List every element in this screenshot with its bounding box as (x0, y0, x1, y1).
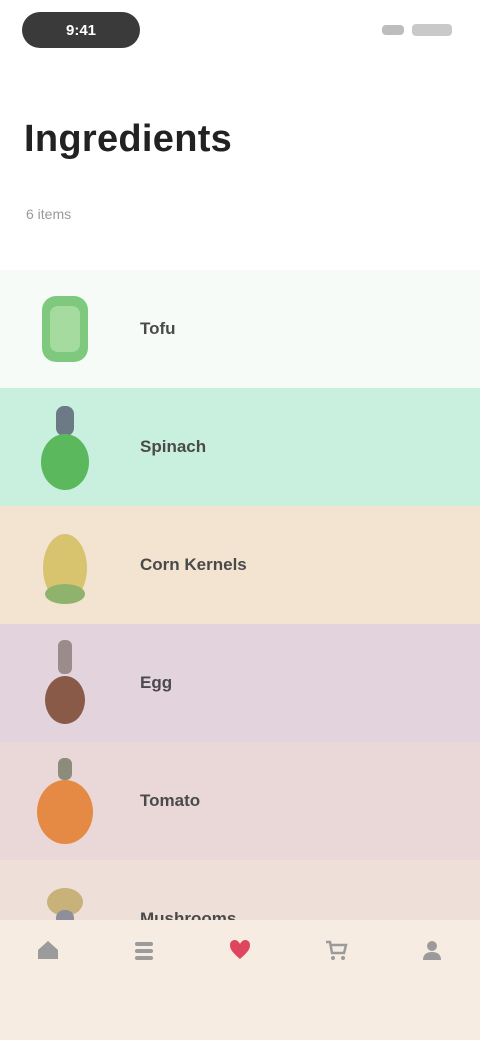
tab-list[interactable] (109, 938, 179, 968)
status-time-pill: 9:41 (22, 12, 140, 48)
bottom-tab-bar (0, 920, 480, 1040)
cart-icon (322, 938, 350, 962)
list-item[interactable]: Tofu (0, 270, 480, 388)
list-item-label: Egg (140, 673, 173, 692)
signal-icon (382, 25, 404, 35)
list-item-label: Tofu (140, 319, 176, 338)
status-indicators (382, 20, 452, 40)
profile-icon (418, 938, 446, 962)
list-item[interactable]: Spinach (0, 388, 480, 506)
egg-icon (34, 636, 96, 730)
status-bar: 9:41 (0, 0, 480, 64)
list-item[interactable]: Corn Kernels (0, 506, 480, 624)
tab-home[interactable] (13, 938, 83, 968)
home-icon (34, 938, 62, 962)
list-item-label: Spinach (140, 437, 207, 456)
ingredient-list: Tofu Spinach Corn Kernels Egg Tomato Mus… (0, 270, 480, 978)
tofu-icon (34, 282, 96, 376)
list-icon (130, 938, 158, 962)
page-title: Ingredients (24, 118, 233, 160)
spinach-icon (34, 400, 96, 494)
heart-icon (226, 938, 254, 962)
tab-profile[interactable] (397, 938, 467, 968)
list-item[interactable]: Tomato (0, 742, 480, 860)
list-item-label: Tomato (140, 791, 201, 810)
tomato-icon (34, 754, 96, 848)
tab-cart[interactable] (301, 938, 371, 968)
status-time: 9:41 (65, 21, 97, 39)
page-subtitle: 6 items (26, 206, 72, 222)
list-item-label: Corn Kernels (140, 555, 247, 574)
tab-favorites[interactable] (205, 938, 275, 968)
list-item[interactable]: Egg (0, 624, 480, 742)
battery-icon (412, 24, 452, 36)
corn-icon (34, 518, 96, 612)
